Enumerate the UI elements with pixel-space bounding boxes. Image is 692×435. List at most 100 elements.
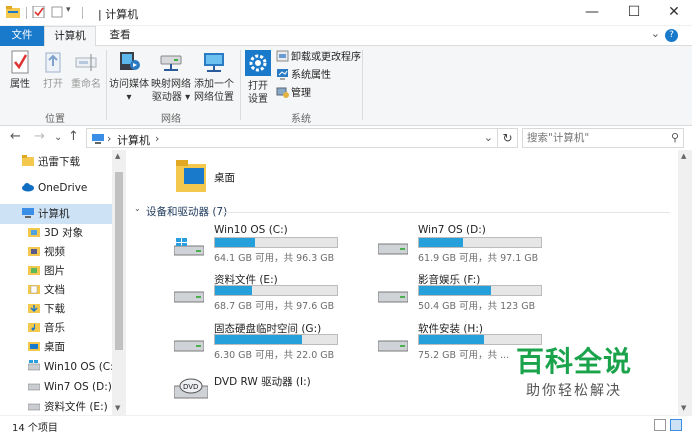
new-folder-quick-icon[interactable] xyxy=(50,6,64,18)
sidebar-item-desktop[interactable]: 桌面 xyxy=(28,337,65,357)
access-media-button[interactable]: 访问媒体 ▾ xyxy=(108,50,150,104)
downloads-icon xyxy=(28,304,40,313)
drive-item-g[interactable]: 固态硬盘临时空间 (G:) 6.30 GB 可用，共 22.0 GB xyxy=(174,321,354,361)
drive-name: Win7 OS (D:) xyxy=(418,224,486,236)
drive-icon xyxy=(174,291,204,303)
refresh-icon[interactable]: ↻ xyxy=(498,128,518,148)
open-settings-button[interactable]: 打开 设置 xyxy=(242,50,274,106)
uninstall-program-button[interactable]: 卸载或更改程序 xyxy=(276,50,361,66)
group-separator xyxy=(240,50,241,120)
ribbon-collapse-icon[interactable]: ⌄ xyxy=(651,27,660,40)
section-header-devices[interactable]: 设备和驱动器 (7) xyxy=(146,204,227,219)
content-scrollbar[interactable]: ▲ ▼ xyxy=(678,150,692,415)
settings-gear-icon xyxy=(245,50,271,76)
pictures-icon xyxy=(28,266,40,275)
scroll-up-icon[interactable]: ▲ xyxy=(115,152,120,160)
drive-item-e[interactable]: 资料文件 (E:) 68.7 GB 可用，共 97.6 GB xyxy=(174,272,354,312)
sidebar-item-music[interactable]: 音乐 xyxy=(28,318,65,338)
sidebar-item-computer[interactable]: 计算机 xyxy=(22,204,70,224)
drive-icon xyxy=(378,291,408,303)
sidebar-item-thunder-downloads[interactable]: 迅雷下载 xyxy=(22,152,80,172)
drive-usage-fill xyxy=(215,335,302,344)
explorer-folder-icon[interactable] xyxy=(6,6,20,18)
sidebar-item-drive-e[interactable]: 资料文件 (E:) xyxy=(28,397,108,415)
svg-text:DVD: DVD xyxy=(183,383,198,391)
rename-icon xyxy=(75,54,97,71)
ribbon-tabs: 文件 计算机 查看 ⌄ ? xyxy=(0,26,692,47)
sidebar-item-downloads[interactable]: 下载 xyxy=(28,299,65,319)
tab-view[interactable]: 查看 xyxy=(98,26,142,46)
scroll-up-icon[interactable]: ▲ xyxy=(681,152,686,160)
search-input[interactable] xyxy=(523,129,663,147)
sidebar-scroll-thumb[interactable] xyxy=(115,172,123,350)
sidebar-item-drive-d[interactable]: Win7 OS (D:) xyxy=(28,377,112,397)
help-icon[interactable]: ? xyxy=(665,29,678,42)
drive-name: DVD RW 驱动器 (I:) xyxy=(214,376,311,388)
path-chevron-icon[interactable]: › xyxy=(107,132,111,145)
back-arrow-icon[interactable]: ← xyxy=(10,129,21,144)
large-icons-view-icon[interactable] xyxy=(670,419,682,431)
section-divider xyxy=(222,212,670,213)
watermark-brand: 百科全说 xyxy=(516,345,633,378)
folder-icon xyxy=(22,155,34,166)
desktop-folder-item[interactable]: 桌面 xyxy=(174,158,294,198)
recent-locations-icon[interactable]: ⌄ xyxy=(54,132,62,143)
manage-button[interactable]: 管理 xyxy=(276,86,311,102)
group-label-network: 网络 xyxy=(161,114,181,125)
address-bar[interactable]: › 计算机 › ⌄ xyxy=(86,128,498,148)
sidebar-item-drive-c[interactable]: Win10 OS (C:) xyxy=(28,357,118,377)
window-title: | 计算机 xyxy=(98,8,139,21)
computer-icon xyxy=(22,208,34,218)
properties-quick-icon[interactable] xyxy=(32,6,46,18)
sidebar-item-3d-objects[interactable]: 3D 对象 xyxy=(28,223,83,243)
search-icon[interactable]: ⚲ xyxy=(671,131,679,144)
windows-drive-icon xyxy=(174,238,204,256)
drive-item-dvd[interactable]: DVD DVD RW 驱动器 (I:) xyxy=(174,374,354,414)
group-label-system: 系统 xyxy=(291,114,311,125)
drive-usage-bar xyxy=(214,285,338,296)
drive-usage-fill xyxy=(419,335,484,344)
path-chevron-icon[interactable]: › xyxy=(155,132,159,145)
cloud-icon xyxy=(22,183,34,192)
sidebar-item-onedrive[interactable]: OneDrive xyxy=(22,178,87,198)
maximize-button[interactable]: ☐ xyxy=(616,0,652,26)
drive-item-d[interactable]: Win7 OS (D:) 61.9 GB 可用，共 97.1 GB xyxy=(378,224,558,264)
sidebar-item-videos[interactable]: 视频 xyxy=(28,242,65,262)
close-button[interactable]: ✕ xyxy=(656,0,692,26)
customize-quick-access-icon[interactable]: ▾ xyxy=(66,5,71,15)
3d-objects-icon xyxy=(28,228,40,237)
address-path[interactable]: 计算机 xyxy=(117,132,150,148)
sidebar-scrollbar[interactable]: ▲ ▼ xyxy=(112,150,126,415)
add-network-location-button[interactable]: 添加一个 网络位置 xyxy=(192,50,236,104)
drive-space-info: 68.7 GB 可用，共 97.6 GB xyxy=(214,301,335,312)
minimize-button[interactable]: — xyxy=(574,0,610,26)
drive-icon xyxy=(28,403,40,411)
map-network-drive-button[interactable]: 映射网络 驱动器 ▾ xyxy=(150,50,192,104)
drive-usage-bar xyxy=(214,237,338,248)
tab-file[interactable]: 文件 xyxy=(0,26,44,46)
section-collapse-chevron-icon[interactable]: ⌄ xyxy=(134,204,141,213)
group-separator xyxy=(362,50,363,120)
system-properties-button[interactable]: 系统属性 xyxy=(276,68,331,84)
desktop-folder-label: 桌面 xyxy=(214,172,235,184)
drive-name: Win10 OS (C:) xyxy=(214,224,288,236)
tab-computer[interactable]: 计算机 xyxy=(44,26,96,47)
title-bar: ▾ | 计算机 — ☐ ✕ xyxy=(0,0,692,26)
details-view-icon[interactable] xyxy=(654,419,666,431)
scroll-down-icon[interactable]: ▼ xyxy=(681,404,686,412)
navigation-bar: ← → ⌄ ↑ › 计算机 › ⌄ ↻ ⚲ xyxy=(0,126,692,150)
open-button[interactable]: 打开 xyxy=(38,50,68,91)
address-dropdown-icon[interactable]: ⌄ xyxy=(484,131,493,144)
rename-button[interactable]: 重命名 xyxy=(68,50,104,91)
drive-item-f[interactable]: 影音娱乐 (F:) 50.4 GB 可用，共 123 GB xyxy=(378,272,558,312)
up-arrow-icon[interactable]: ↑ xyxy=(68,129,79,144)
scroll-down-icon[interactable]: ▼ xyxy=(115,404,120,412)
drive-item-c[interactable]: Win10 OS (C:) 64.1 GB 可用，共 96.3 GB xyxy=(174,224,354,264)
sidebar-item-documents[interactable]: 文档 xyxy=(28,280,65,300)
forward-arrow-icon[interactable]: → xyxy=(34,129,45,144)
drive-space-info: 50.4 GB 可用，共 123 GB xyxy=(418,301,536,312)
navigation-pane: 迅雷下载 OneDrive 计算机 3D 对象 视频 图片 文档 下载 音乐 桌… xyxy=(0,150,126,415)
search-box[interactable]: ⚲ xyxy=(522,128,684,148)
sidebar-item-pictures[interactable]: 图片 xyxy=(28,261,65,281)
properties-button[interactable]: 属性 xyxy=(4,50,36,91)
